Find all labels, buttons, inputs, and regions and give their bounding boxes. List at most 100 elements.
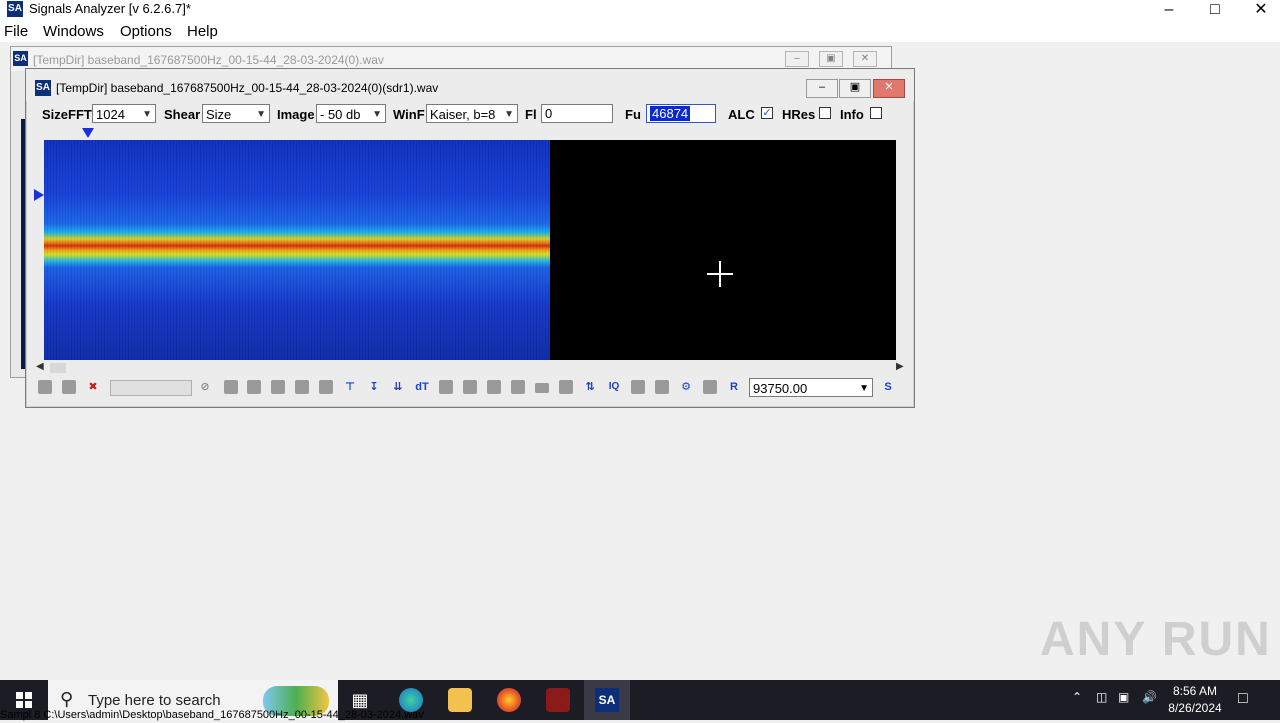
signals-analyzer-taskbar-button[interactable]: SA	[584, 680, 630, 720]
toolbar-button-2-icon[interactable]	[62, 380, 76, 394]
toolbar-button-13-icon[interactable]	[559, 380, 573, 394]
toolbar-button-3-icon[interactable]	[224, 380, 238, 394]
clock-date[interactable]: 8/26/2024	[1160, 701, 1230, 715]
fg-window-title: [TempDir] baseband_167687500Hz_00-15-44_…	[56, 81, 439, 95]
toolbar-button-16-icon[interactable]	[703, 380, 717, 394]
toolbar-button-4-icon[interactable]	[247, 380, 261, 394]
sa-icon: SA	[595, 688, 619, 712]
volume-icon[interactable]: 🔊	[1142, 690, 1157, 704]
chevron-down-icon: ▼	[859, 383, 869, 394]
image-select[interactable]: - 50 db ▼	[316, 104, 386, 123]
menu-help[interactable]: Help	[187, 23, 218, 40]
search-placeholder: Type here to search	[88, 692, 221, 709]
minimize-icon[interactable]: –	[1146, 0, 1192, 22]
r-button[interactable]: R	[726, 379, 742, 395]
settings-gear-icon[interactable]: ⚙	[678, 379, 694, 395]
hres-label: HRes	[782, 107, 816, 122]
scroll-thumb[interactable]	[50, 363, 66, 373]
bg-window-title: [TempDir] baseband_167687500Hz_00-15-44_…	[33, 53, 384, 67]
clock-time[interactable]: 8:56 AM	[1160, 684, 1230, 698]
chevron-down-icon: ▼	[372, 109, 382, 120]
file-explorer-icon[interactable]	[448, 688, 472, 712]
bg-close-icon[interactable]: ✕	[853, 51, 877, 67]
analysis-controls: SizeFFT 1024 ▼ Shear Size ▼ Image - 50 db ▼…	[34, 102, 906, 126]
fg-restore-icon[interactable]: ▣	[839, 79, 871, 98]
delete-icon[interactable]: ✖	[85, 379, 101, 395]
tray-usb-icon[interactable]: ◫	[1096, 690, 1107, 704]
maximize-icon[interactable]: □	[1192, 0, 1238, 22]
spectrogram-plot[interactable]	[44, 140, 896, 360]
taskbar: ⚲ Type here to search ▦ SA ⌃ ◫ ▣ 🔊 8:56 …	[0, 680, 1280, 721]
horizontal-scrollbar[interactable]: ◀ ▶	[34, 361, 906, 375]
winf-label: WinF	[393, 107, 425, 122]
chevron-down-icon: ▼	[504, 109, 514, 120]
close-icon[interactable]: ✕	[1238, 0, 1280, 22]
hres-checkbox[interactable]	[819, 107, 831, 119]
time-marker-icon[interactable]	[34, 189, 44, 201]
app-icon: SA	[7, 1, 23, 17]
spectrogram-texture	[44, 140, 550, 360]
stop-icon[interactable]: ⊘	[197, 379, 213, 395]
firefox-icon[interactable]	[497, 688, 521, 712]
zoom-fit-icon[interactable]: ⇊	[390, 379, 406, 395]
fu-value: 46874	[650, 106, 691, 121]
image-label: Image	[277, 107, 315, 122]
fu-label: Fu	[625, 107, 641, 122]
menu-bar: File Windows Options Help	[0, 22, 1280, 42]
bg-minimize-icon[interactable]: –	[785, 51, 809, 67]
network-icon[interactable]: ▣	[1118, 690, 1129, 704]
winrar-icon[interactable]	[546, 688, 570, 712]
zoom-down-icon[interactable]: ↧	[366, 379, 382, 395]
toolbar-button-5-icon[interactable]	[271, 380, 285, 394]
toolbar-button-12-icon[interactable]	[535, 383, 549, 393]
sample-rate-select[interactable]: 93750.00 ▼	[749, 378, 873, 397]
alc-checkbox[interactable]: ✓	[761, 107, 773, 119]
menu-options[interactable]: Options	[120, 23, 172, 40]
bg-restore-icon[interactable]: ▣	[819, 51, 843, 67]
sizefft-select[interactable]: 1024 ▼	[92, 104, 156, 123]
toolbar-button-8-icon[interactable]	[439, 380, 453, 394]
fg-close-icon[interactable]: ✕	[873, 79, 905, 98]
search-icon: ⚲	[60, 689, 74, 709]
sa-icon: SA	[35, 80, 51, 96]
watermark-logo: ANY RUN	[1040, 613, 1272, 666]
toolbar-button-6-icon[interactable]	[295, 380, 309, 394]
fg-minimize-icon[interactable]: –	[806, 79, 838, 98]
frequency-marker-icon[interactable]	[82, 128, 94, 138]
shear-label: Shear	[164, 107, 201, 122]
alc-label: ALC	[728, 107, 755, 122]
notification-icon[interactable]: □	[1238, 690, 1248, 708]
chevron-down-icon: ▼	[142, 109, 152, 120]
menu-windows[interactable]: Windows	[43, 23, 104, 40]
spectrogram-child-window[interactable]: SA [TempDir] baseband_167687500Hz_00-15-…	[25, 68, 915, 408]
fg-window-title-bar[interactable]: SA [TempDir] baseband_167687500Hz_00-15-…	[26, 69, 914, 101]
toolbar-button-1-icon[interactable]	[38, 380, 52, 394]
dt-icon[interactable]: dT	[414, 379, 430, 395]
taskbar-tooltip-text: Sampl 8 C:\Users\admin\Desktop\baseband_…	[0, 709, 424, 721]
menu-file[interactable]: File	[4, 23, 28, 40]
toolbar-button-10-icon[interactable]	[487, 380, 501, 394]
iq-icon[interactable]: IQ	[606, 379, 622, 395]
progress-bar	[110, 380, 192, 396]
bottom-toolbar: ✖ ⊘ ⊤ ↧ ⇊ dT ⇅ IQ ⚙ R 93750.00 ▼ S	[34, 377, 906, 399]
image-value: - 50 db	[320, 107, 361, 122]
s-button[interactable]: S	[880, 379, 896, 395]
toolbar-button-14-icon[interactable]	[631, 380, 645, 394]
fl-input[interactable]: 0	[541, 104, 613, 123]
scroll-right-icon[interactable]: ▶	[896, 361, 904, 372]
fu-input[interactable]: 46874	[646, 104, 716, 123]
scroll-left-icon[interactable]: ◀	[36, 361, 44, 372]
swap-icon[interactable]: ⇅	[582, 379, 598, 395]
sizefft-label: SizeFFT	[42, 107, 92, 122]
toolbar-button-11-icon[interactable]	[511, 380, 525, 394]
winf-select[interactable]: Kaiser, b=8 ▼	[426, 104, 518, 123]
toolbar-button-9-icon[interactable]	[463, 380, 477, 394]
zoom-vertical-icon[interactable]: ⊤	[342, 379, 358, 395]
shear-select[interactable]: Size ▼	[202, 104, 270, 123]
info-checkbox[interactable]	[870, 107, 882, 119]
toolbar-button-7-icon[interactable]	[319, 380, 333, 394]
chevron-down-icon: ▼	[256, 109, 266, 120]
sizefft-value: 1024	[96, 107, 125, 122]
toolbar-button-15-icon[interactable]	[655, 380, 669, 394]
tray-chevron-up-icon[interactable]: ⌃	[1072, 690, 1082, 704]
